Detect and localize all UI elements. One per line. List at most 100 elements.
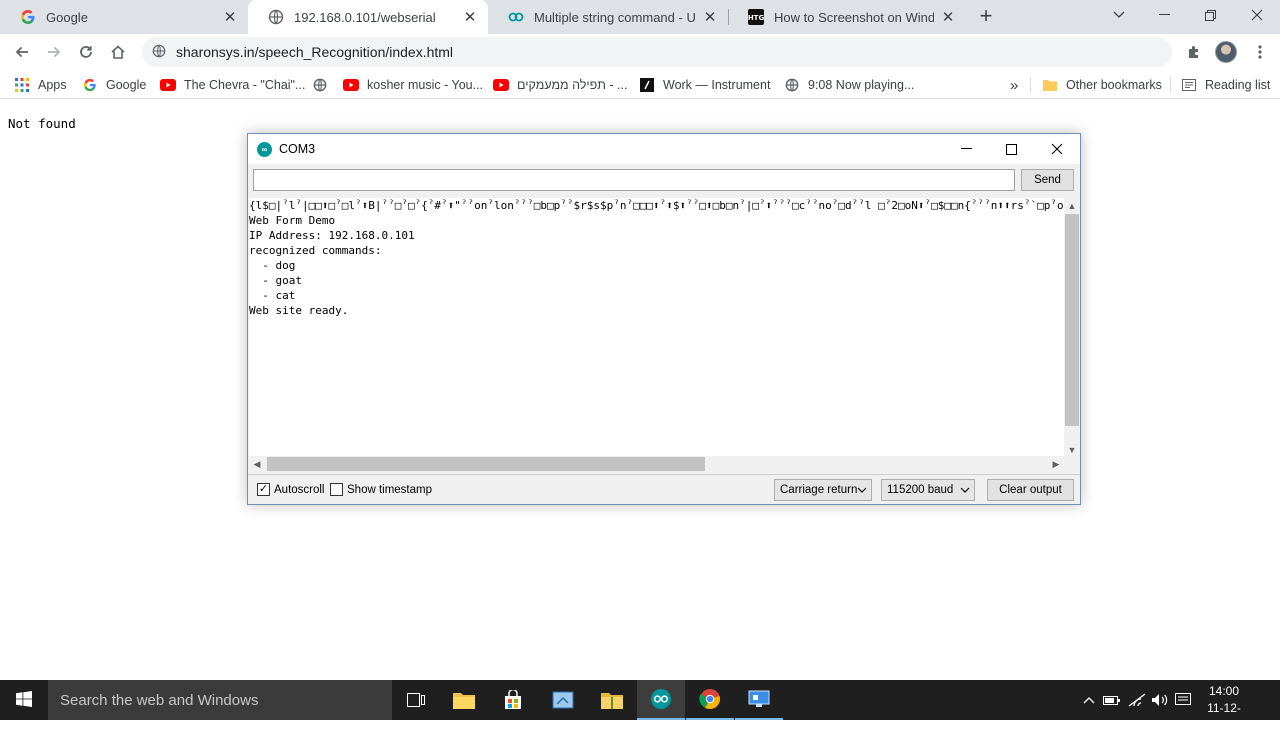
serial-command-input[interactable] [253,169,1015,191]
close-window-icon[interactable] [1234,0,1280,30]
globe-icon [784,77,800,93]
url-text[interactable]: sharonsys.in/speech_Recognition/index.ht… [176,44,453,60]
folder-icon [1042,77,1058,93]
bookmark-the-chevra[interactable]: The Chevra - "Chai"... [160,75,305,95]
minimize-icon[interactable] [1141,0,1187,30]
bookmark-globe[interactable] [312,75,336,95]
vertical-scrollbar[interactable]: ▲ ▼ [1064,198,1080,458]
arduino-app-icon: ∞ [257,141,272,157]
address-bar[interactable]: sharonsys.in/speech_Recognition/index.ht… [142,37,1172,67]
serial-output-line: - goat [249,274,302,287]
back-icon[interactable] [8,38,36,66]
close-window-icon[interactable] [1034,134,1080,164]
minimize-icon[interactable] [943,134,989,164]
volume-icon[interactable] [1149,680,1171,720]
send-button[interactable]: Send [1021,169,1074,191]
file-explorer-icon[interactable] [440,680,488,720]
chevron-down-icon [960,483,970,500]
remote-desktop-icon[interactable] [735,680,783,720]
show-hidden-icons-chevron-icon[interactable] [1079,680,1099,720]
battery-icon[interactable] [1101,680,1123,720]
scroll-right-icon[interactable]: ▶ [1048,456,1064,472]
start-button[interactable] [0,680,48,720]
tab-htg[interactable]: HTG How to Screenshot on Windows ✕ [728,0,966,34]
close-tab-icon[interactable]: ✕ [222,9,238,26]
window-title: COM3 [279,142,316,156]
serial-titlebar[interactable]: ∞ COM3 [248,134,1080,164]
horizontal-scrollbar[interactable]: ◀ ▶ [249,456,1064,472]
tab-search-icon[interactable] [1096,0,1142,30]
wifi-icon[interactable] [1126,680,1148,720]
serial-monitor-window: ∞ COM3 Send {l$□|ˀlˀ|□□⬆□ˀ□lˀ⬆B|ˀˀ□ˀ□ˀ{ˀ… [247,133,1081,505]
clear-output-button[interactable]: Clear output [987,479,1074,501]
show-timestamp-checkbox[interactable]: Show timestamp [330,483,432,496]
bookmark-label: Apps [38,78,67,92]
clock-date: 11-12-2021 [1207,701,1241,732]
tab-label: Google [46,9,88,25]
baud-rate-select[interactable]: 115200 baud [881,479,975,501]
serial-output-line: Web site ready. [249,304,349,317]
menu-kebab-icon[interactable] [1246,38,1274,66]
bookmark-apps[interactable]: Apps [14,75,67,95]
chevron-down-icon [857,483,867,500]
checkbox-checked-icon[interactable]: ✓ [257,483,270,496]
line-ending-select[interactable]: Carriage return [774,479,872,501]
google-g-icon [20,9,36,25]
restore-icon[interactable] [1187,0,1233,30]
other-bookmarks-button[interactable]: Other bookmarks [1042,75,1162,95]
tab-webserial[interactable]: 192.168.0.101/webserial ✕ [248,0,488,34]
taskbar-search-box[interactable]: Search the web and Windows [48,680,392,720]
bookmark-label: The Chevra - "Chai"... [184,78,306,92]
scroll-down-icon[interactable]: ▼ [1064,442,1080,458]
bookmarks-bar: Apps Google The Chevra - "Chai"... koshe… [0,70,1280,99]
action-center-icon[interactable] [1172,680,1194,720]
snipping-tool-icon[interactable] [539,680,587,720]
serial-output-line: - cat [249,289,296,302]
bookmarks-divider [1030,77,1031,93]
scroll-up-icon[interactable]: ▲ [1064,198,1080,214]
bookmark-now-playing[interactable]: 9:08 Now playing... [784,75,914,95]
line-ending-value: Carriage return [780,484,858,496]
vertical-scroll-thumb[interactable] [1065,214,1079,426]
close-tab-icon[interactable]: ✕ [462,9,478,26]
bookmark-google[interactable]: Google [82,75,146,95]
youtube-icon [493,77,509,93]
close-tab-icon[interactable]: ✕ [702,9,718,26]
profile-avatar[interactable] [1215,41,1237,63]
store-icon[interactable] [489,680,537,720]
close-tab-icon[interactable]: ✕ [940,9,956,26]
htg-icon: HTG [748,9,764,25]
tab-google[interactable]: Google ✕ [0,0,248,34]
scroll-left-icon[interactable]: ◀ [249,456,265,472]
home-icon[interactable] [104,38,132,66]
bookmarks-overflow-button[interactable]: » [1010,75,1018,95]
tab-arduino-forum[interactable]: Multiple string command - Using ✕ [488,0,728,34]
serial-output-area[interactable]: {l$□|ˀlˀ|□□⬆□ˀ□lˀ⬆B|ˀˀ□ˀ□ˀ{ˀ#ˀ⬆"ˀˀonˀlon… [249,198,1064,458]
bookmark-tefila[interactable]: ... - תפילה ממעמקים [493,75,627,95]
reading-list-button[interactable]: Reading list [1181,75,1270,95]
task-view-icon[interactable] [392,680,440,720]
maximize-icon[interactable] [988,134,1034,164]
serial-output-line: Web Form Demo [249,214,336,227]
checkbox-unchecked-icon[interactable] [330,483,343,496]
horizontal-scroll-thumb[interactable] [267,457,705,471]
site-info-icon[interactable] [152,44,166,61]
arduino-ide-taskbar-icon[interactable] [637,680,685,720]
bookmark-kosher-music[interactable]: kosher music - You... [343,75,483,95]
reading-list-icon [1181,77,1197,93]
extensions-icon[interactable] [1180,38,1208,66]
globe-icon [268,9,284,25]
chrome-taskbar-icon[interactable] [686,680,734,720]
taskbar-clock[interactable]: 14:00 11-12-2021 [1196,683,1252,734]
bookmarks-divider [1170,77,1171,93]
reading-list-label: Reading list [1205,78,1271,92]
reload-icon[interactable] [72,38,100,66]
forward-icon[interactable] [40,38,68,66]
autoscroll-checkbox[interactable]: ✓ Autoscroll [257,483,325,496]
bookmark-work-instrument[interactable]: Work — Instrument [639,75,770,95]
bookmark-label: ... - תפילה ממעמקים [517,78,628,92]
svg-text:HTG: HTG [748,14,764,22]
new-tab-button[interactable]: + [975,5,997,28]
folder-zip-icon[interactable] [588,680,636,720]
timestamp-label: Show timestamp [347,483,433,496]
